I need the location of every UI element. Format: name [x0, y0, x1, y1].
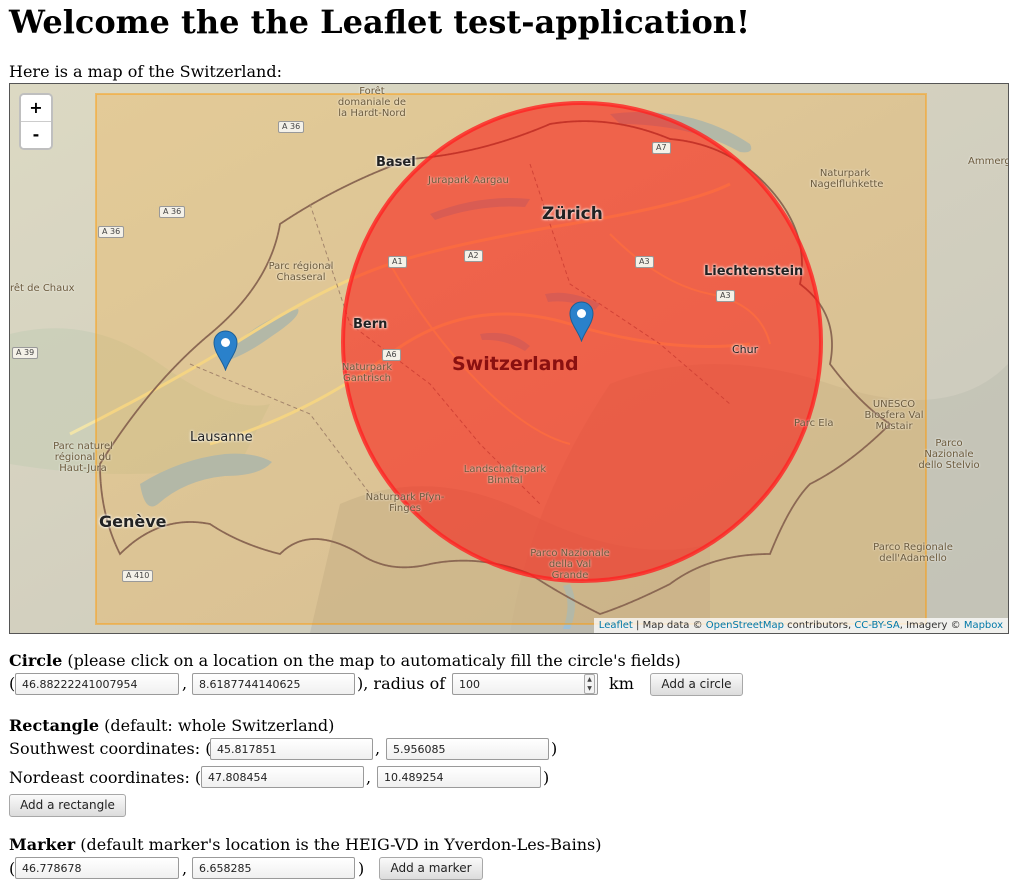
attribution-text: contributors,: [783, 620, 855, 631]
mapbox-link[interactable]: Mapbox: [964, 620, 1003, 631]
road-shield: A 39: [12, 347, 39, 359]
map-label: Parc naturel régional du Haut-Jura: [53, 441, 113, 474]
map[interactable]: Forêt domaniale de la Hardt-Nord Basel J…: [9, 83, 1009, 634]
northeast-lat-field[interactable]: [201, 766, 364, 788]
radius-label: ), radius of: [357, 674, 446, 693]
map-label: Chur: [732, 343, 759, 356]
page-title: Welcome the the Leaflet test-application…: [9, 3, 751, 41]
southwest-label: Southwest coordinates: (: [9, 739, 212, 758]
map-marker-icon[interactable]: [569, 301, 594, 342]
map-attribution: Leaflet | Map data © OpenStreetMap contr…: [593, 618, 1008, 633]
map-label: Forêt domaniale de la Hardt-Nord: [337, 86, 407, 119]
circle-heading: Circle: [9, 651, 63, 670]
map-marker-icon[interactable]: [213, 330, 238, 371]
marker-lng-field[interactable]: [192, 857, 355, 879]
circle-lat-field[interactable]: [15, 673, 179, 695]
northeast-label: Nordeast coordinates: (: [9, 768, 202, 787]
map-label: Liechtenstein: [704, 264, 804, 279]
attribution-text: | Map data ©: [632, 620, 706, 631]
add-marker-button[interactable]: Add a marker: [379, 857, 483, 880]
road-shield: A 36: [159, 206, 186, 218]
map-label: Zürich: [542, 204, 603, 224]
map-label: rêt de Chaux: [10, 283, 75, 294]
road-shield: A2: [464, 250, 483, 262]
rectangle-heading-line: Rectangle (default: whole Switzerland): [9, 716, 334, 736]
map-label: Parc régional Chasseral: [268, 261, 334, 283]
map-label: Landschaftspark Binntal: [463, 464, 547, 486]
comma: ,: [366, 768, 372, 787]
comma: ,: [182, 674, 188, 693]
radius-field[interactable]: [452, 673, 598, 695]
leaflet-link[interactable]: Leaflet: [599, 620, 633, 631]
southwest-lng-field[interactable]: [386, 738, 549, 760]
rectangle-hint: (default: whole Switzerland): [99, 716, 335, 735]
road-shield: A6: [382, 349, 401, 361]
map-label: Parco Nazionale dello Stelvio: [918, 438, 980, 471]
map-label: Ammerg: [968, 156, 1009, 167]
paren-close: ): [543, 768, 550, 787]
comma: ,: [182, 859, 188, 878]
map-label: Basel: [376, 155, 416, 170]
road-shield: A3: [716, 290, 735, 302]
road-shield: A7: [652, 142, 671, 154]
road-shield: A 410: [122, 570, 154, 582]
radius-unit: km: [609, 674, 634, 693]
map-label: Lausanne: [190, 430, 253, 445]
road-shield: A 36: [278, 121, 305, 133]
marker-lat-field[interactable]: [15, 857, 179, 879]
add-circle-button[interactable]: Add a circle: [650, 673, 743, 696]
marker-heading-line: Marker (default marker's location is the…: [9, 835, 601, 855]
map-label: Bern: [353, 317, 388, 332]
rectangle-heading: Rectangle: [9, 716, 100, 735]
map-label: UNESCO Biosfera Val Müstair: [864, 399, 924, 432]
comma: ,: [375, 739, 381, 758]
road-shield: A 36: [98, 226, 125, 238]
map-label: Naturpark Pfyn-Finges: [365, 492, 445, 514]
zoom-in-button[interactable]: +: [21, 95, 51, 121]
road-shield: A3: [635, 256, 654, 268]
intro-text: Here is a map of the Switzerland:: [9, 62, 282, 81]
map-label: Genève: [99, 512, 167, 531]
spin-down-icon[interactable]: ▼: [585, 684, 594, 693]
zoom-control: + -: [19, 93, 53, 150]
northeast-lng-field[interactable]: [377, 766, 541, 788]
map-label: Parc Ela: [794, 418, 834, 429]
map-label: Jurapark Aargau: [428, 175, 509, 186]
marker-hint: (default marker's location is the HEIG-V…: [75, 835, 602, 854]
attribution-text: , Imagery ©: [899, 620, 964, 631]
add-rectangle-button[interactable]: Add a rectangle: [9, 794, 126, 817]
map-label: Naturpark Gantrisch: [341, 362, 393, 384]
circle-lng-field[interactable]: [192, 673, 355, 695]
spin-up-icon[interactable]: ▲: [585, 675, 594, 684]
map-label: Parco Nazionale della Val Grande: [530, 548, 610, 581]
map-label: Switzerland: [452, 353, 579, 375]
map-label: Naturpark Nagelfluhkette: [810, 168, 884, 190]
marker-heading: Marker: [9, 835, 76, 854]
openstreetmap-link[interactable]: OpenStreetMap: [706, 620, 784, 631]
paren-close: ): [551, 739, 558, 758]
map-label: Parco Regionale dell'Adamello: [873, 542, 953, 564]
circle-hint: (please click on a location on the map t…: [62, 651, 681, 670]
road-shield: A1: [388, 256, 407, 268]
paren-close: ): [358, 859, 365, 878]
zoom-out-button[interactable]: -: [21, 121, 51, 148]
radius-spinner[interactable]: ▲ ▼: [584, 674, 595, 694]
circle-heading-line: Circle (please click on a location on th…: [9, 651, 681, 671]
cc-by-sa-link[interactable]: CC-BY-SA: [854, 620, 899, 631]
southwest-lat-field[interactable]: [210, 738, 373, 760]
